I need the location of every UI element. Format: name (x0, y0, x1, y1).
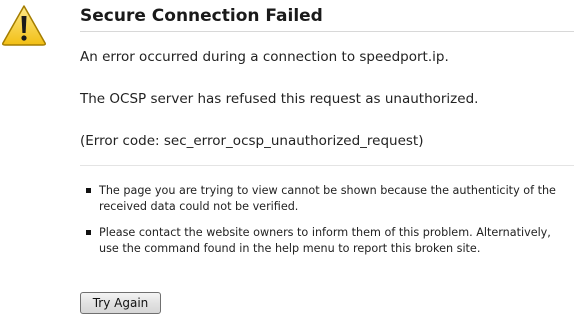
list-item: The page you are trying to view cannot b… (84, 183, 572, 215)
bullet-icon (86, 230, 91, 235)
error-code: (Error code: sec_error_ocsp_unauthorized… (80, 133, 424, 149)
error-detail: The OCSP server has refused this request… (80, 91, 479, 107)
list-item-text: The page you are trying to view cannot b… (99, 184, 556, 213)
error-page: Secure Connection Failed An error occurr… (0, 0, 574, 324)
warning-icon (2, 5, 46, 46)
error-notes-list: The page you are trying to view cannot b… (84, 183, 572, 267)
list-item-text: Please contact the website owners to inf… (99, 226, 551, 255)
list-item: Please contact the website owners to inf… (84, 225, 572, 257)
bullet-icon (86, 188, 91, 193)
try-again-button[interactable]: Try Again (80, 292, 161, 314)
content-divider (80, 165, 574, 166)
error-message: An error occurred during a connection to… (80, 49, 449, 65)
page-title: Secure Connection Failed (80, 6, 323, 26)
title-divider (80, 31, 574, 32)
